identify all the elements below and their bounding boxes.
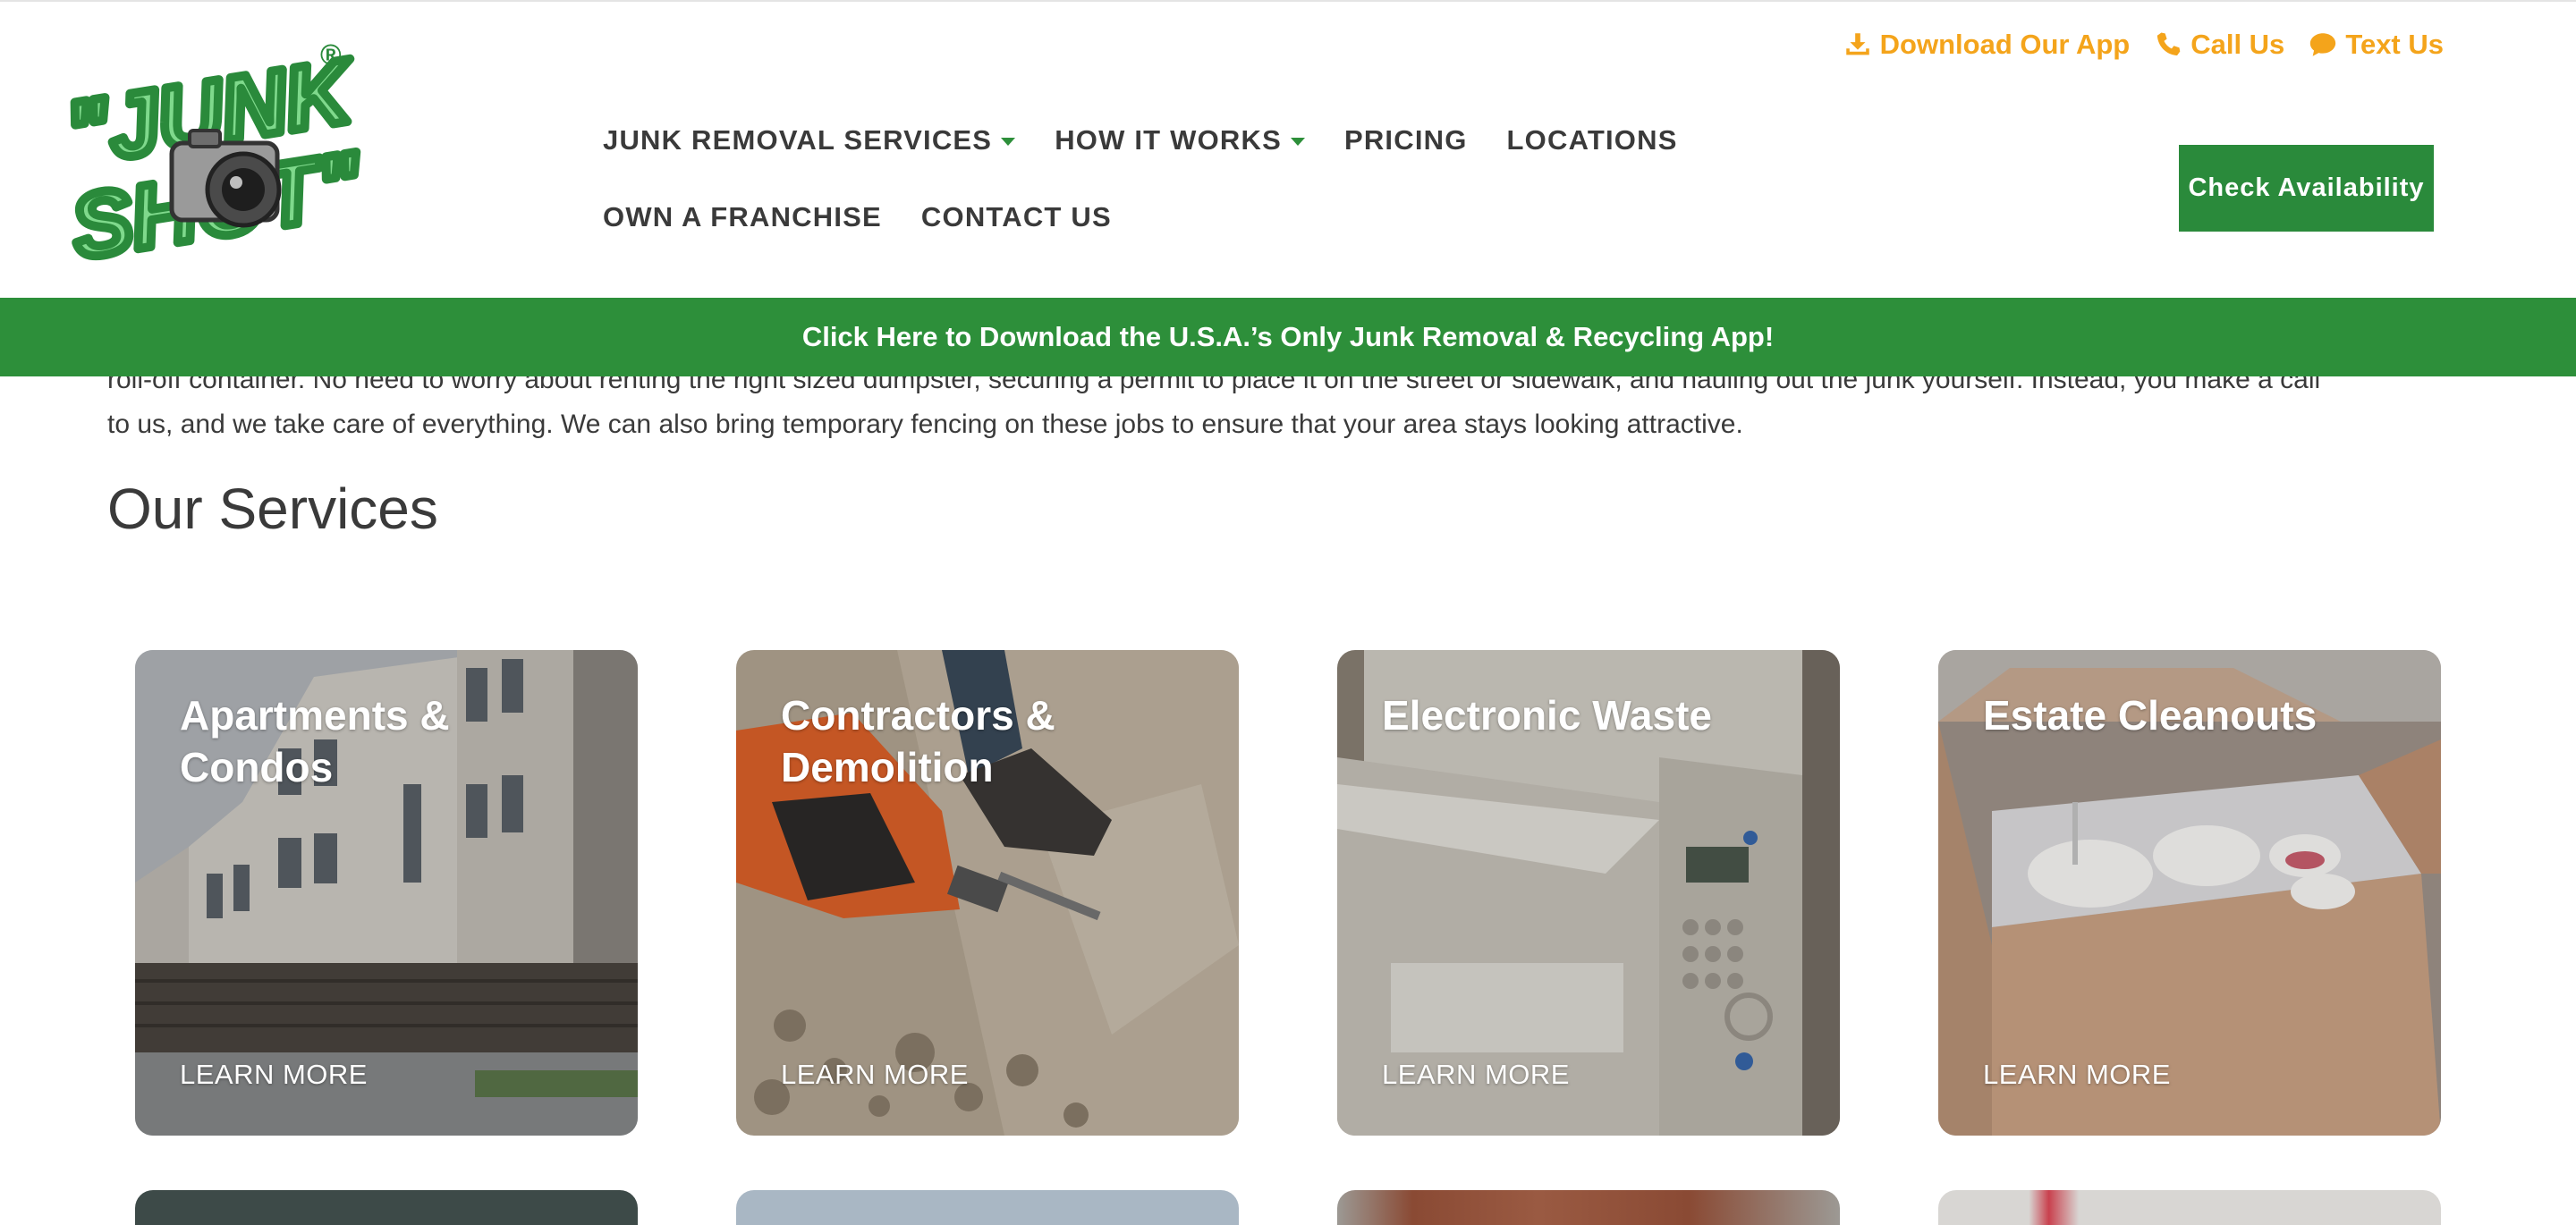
text-us-label: Text Us	[2345, 29, 2444, 60]
nav-item-locations[interactable]: LOCATIONS	[1507, 125, 1678, 156]
download-app-link[interactable]: Download Our App	[1843, 29, 2131, 61]
junk-shot-logo[interactable]: "JUNK "JUNK SHOT" SHOT" ®	[55, 38, 369, 266]
intro-line-2: to us, and we take care of everything. W…	[107, 410, 1743, 439]
nav-item-label: CONTACT US	[920, 201, 1112, 232]
nav-item-label: HOW IT WORKS	[1055, 124, 1282, 156]
text-us-link[interactable]: Text Us	[2308, 29, 2444, 61]
download-icon	[1845, 33, 1869, 55]
learn-more-link[interactable]: LEARN MORE	[781, 1059, 969, 1091]
camera-icon	[169, 129, 282, 228]
service-card-title: Apartments & Condos	[180, 692, 450, 790]
check-availability-button[interactable]: Check Availability	[2179, 145, 2434, 232]
service-card-title: Electronic Waste	[1382, 692, 1712, 739]
services-heading: Our Services	[107, 477, 438, 541]
learn-more-link[interactable]: LEARN MORE	[1983, 1059, 2171, 1091]
nav-item-how-it-works[interactable]: HOW IT WORKS	[1055, 125, 1305, 156]
nav-item-label: LOCATIONS	[1506, 124, 1678, 156]
service-card-row2-4[interactable]	[1938, 1190, 2441, 1225]
download-app-label: Download Our App	[1879, 29, 2131, 60]
nav-item-label: JUNK REMOVAL SERVICES	[603, 124, 993, 156]
call-us-link[interactable]: Call Us	[2153, 29, 2284, 61]
learn-more-link[interactable]: LEARN MORE	[1382, 1059, 1570, 1091]
service-card-apartments[interactable]: Apartments & Condos LEARN MORE	[135, 650, 638, 1136]
service-card-contractors[interactable]: Contractors & Demolition LEARN MORE	[736, 650, 1239, 1136]
site-header: "JUNK "JUNK SHOT" SHOT" ® Download Our A…	[0, 0, 2576, 298]
service-card-estate-cleanouts[interactable]: Estate Cleanouts LEARN MORE	[1938, 650, 2441, 1136]
registered-mark: ®	[320, 38, 342, 71]
service-card-row2-1[interactable]	[135, 1190, 638, 1225]
call-us-label: Call Us	[2190, 29, 2285, 60]
main-nav: JUNK REMOVAL SERVICES HOW IT WORKS PRICI…	[603, 125, 1980, 232]
top-utility-bar: Download Our App Call Us Text Us	[1843, 29, 2444, 61]
nav-item-label: PRICING	[1343, 124, 1468, 156]
nav-item-own-a-franchise[interactable]: OWN A FRANCHISE	[603, 202, 882, 232]
nav-item-contact-us[interactable]: CONTACT US	[921, 202, 1112, 232]
nav-item-pricing[interactable]: PRICING	[1344, 125, 1468, 156]
nav-item-junk-removal-services[interactable]: JUNK REMOVAL SERVICES	[603, 124, 1016, 156]
download-app-banner[interactable]: Click Here to Download the U.S.A.’s Only…	[0, 298, 2576, 376]
service-card-electronic-waste[interactable]: Electronic Waste LEARN MORE	[1337, 650, 1840, 1136]
phone-icon	[2157, 32, 2181, 56]
nav-item-label: OWN A FRANCHISE	[603, 201, 882, 232]
chat-bubble-icon	[2310, 33, 2336, 56]
learn-more-link[interactable]: LEARN MORE	[180, 1059, 368, 1091]
service-card-row2-3[interactable]	[1337, 1190, 1840, 1225]
service-card-title: Estate Cleanouts	[1983, 692, 2318, 739]
caret-down-icon	[1001, 137, 1016, 146]
service-card-row2-2[interactable]	[736, 1190, 1239, 1225]
caret-down-icon	[1290, 137, 1305, 146]
service-card-title: Contractors & Demolition	[781, 692, 1055, 790]
